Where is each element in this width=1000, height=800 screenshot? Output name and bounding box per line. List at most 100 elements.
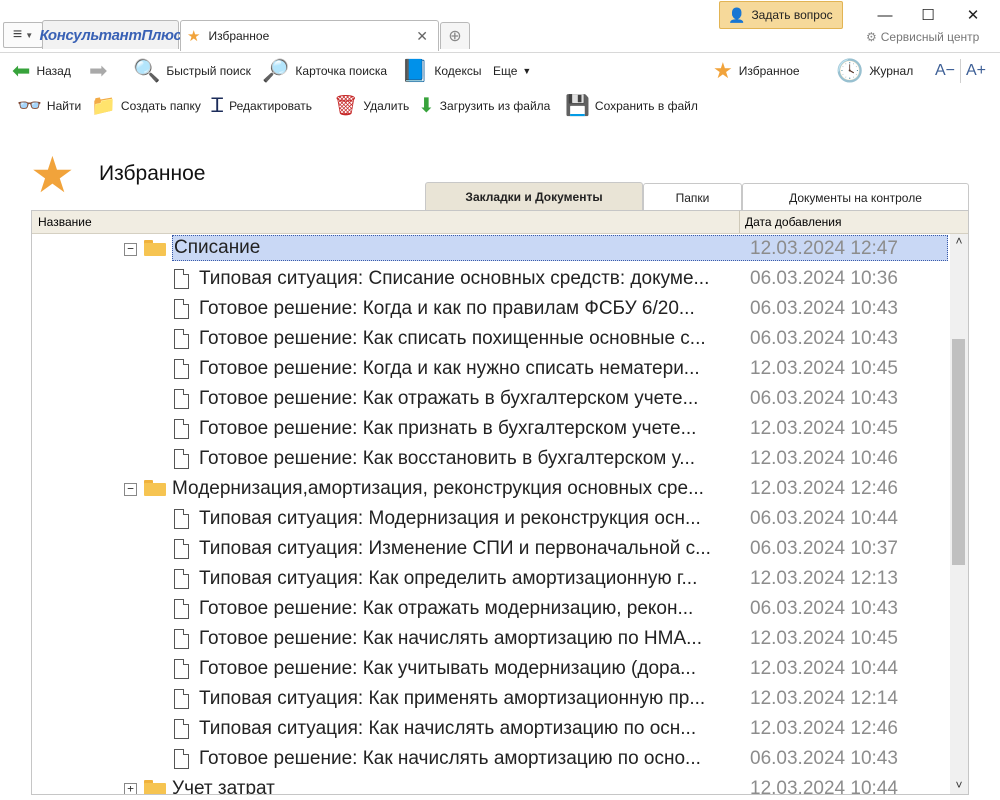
tab-label: Закладки и Документы <box>465 190 603 204</box>
new-tab-button[interactable]: ⊕ <box>440 22 470 49</box>
folder-row[interactable]: + Учет затрат 12.03.2024 10:44 <box>32 774 949 794</box>
document-icon <box>174 359 189 379</box>
document-title: Готовое решение: Как отражать в бухгалте… <box>199 388 699 409</box>
document-row[interactable]: Типовая ситуация: Как применять амортиза… <box>32 684 949 714</box>
tab-folders[interactable]: Папки <box>643 183 742 211</box>
create-folder-button[interactable]: 📁 Создать папку <box>91 90 201 122</box>
tab-favorites[interactable]: ★ Избранное ✕ <box>180 20 439 51</box>
document-title: Готовое решение: Как учитывать модерниза… <box>199 658 696 679</box>
edit-button[interactable]: Ꮖ Редактировать <box>211 90 312 122</box>
close-window-button[interactable]: ✕ <box>958 4 988 26</box>
tab-label: Избранное <box>208 29 270 43</box>
document-row[interactable]: Типовая ситуация: Списание основных сред… <box>32 264 949 294</box>
service-center-icon: ⚙ <box>866 30 877 44</box>
text-cursor-icon: Ꮖ <box>211 95 225 117</box>
date-added: 06.03.2024 10:43 <box>750 598 898 619</box>
arrow-right-icon: ➡ <box>89 58 108 83</box>
date-added: 06.03.2024 10:36 <box>750 268 898 289</box>
date-added: 06.03.2024 10:44 <box>750 508 898 529</box>
toolbar-divider <box>960 59 961 83</box>
expand-icon[interactable]: + <box>124 783 137 794</box>
column-header-date[interactable]: Дата добавления <box>745 215 841 229</box>
search-card-button[interactable]: 🔎 Карточка поиска <box>262 53 387 89</box>
more-menu-button[interactable]: Еще ▼ <box>493 53 531 89</box>
load-from-file-button[interactable]: ⬇ Загрузить из файла <box>418 90 550 122</box>
ask-question-button[interactable]: 👤 Задать вопрос <box>719 1 843 29</box>
date-added: 12.03.2024 12:13 <box>750 568 898 589</box>
document-row[interactable]: Типовая ситуация: Изменение СПИ и первон… <box>32 534 949 564</box>
document-icon <box>174 749 189 769</box>
find-button[interactable]: 👓 Найти <box>17 90 81 122</box>
document-row[interactable]: Готовое решение: Как отражать модернизац… <box>32 594 949 624</box>
vertical-scrollbar[interactable]: ˄ ˅ <box>950 234 968 794</box>
column-divider[interactable] <box>739 211 740 233</box>
document-row[interactable]: Готовое решение: Как списать похищенные … <box>32 324 949 354</box>
favorites-button[interactable]: ★ Избранное <box>713 53 800 89</box>
document-row[interactable]: Готовое решение: Когда и как по правилам… <box>32 294 949 324</box>
scrollbar-thumb[interactable] <box>952 339 965 565</box>
font-increase-button[interactable]: A+ <box>966 53 986 89</box>
binoculars-icon: 👓 <box>17 95 42 117</box>
document-icon <box>174 539 189 559</box>
scroll-down-icon[interactable]: ˅ <box>950 778 968 794</box>
document-row[interactable]: Типовая ситуация: Как начислять амортиза… <box>32 714 949 744</box>
document-row[interactable]: Типовая ситуация: Модернизация и реконст… <box>32 504 949 534</box>
document-row[interactable]: Типовая ситуация: Как определить амортиз… <box>32 564 949 594</box>
document-row[interactable]: Готовое решение: Как признать в бухгалте… <box>32 414 949 444</box>
tab-controlled-documents[interactable]: Документы на контроле <box>742 183 969 211</box>
trash-icon: 🗑 <box>333 95 359 117</box>
date-added: 12.03.2024 10:44 <box>750 778 898 794</box>
delete-button[interactable]: 🗑 Удалить <box>333 90 409 122</box>
chevron-down-icon: ▼ <box>522 66 532 76</box>
minimize-button[interactable]: — <box>870 4 900 26</box>
date-added: 12.03.2024 10:45 <box>750 358 898 379</box>
title-bar: ≡ ▼ КонсультантПлюс ★ Избранное ✕ ⊕ 👤 Зад… <box>0 0 1000 51</box>
folder-row[interactable]: − Списание 12.03.2024 12:47 <box>32 234 949 264</box>
collapse-icon[interactable]: − <box>124 483 137 496</box>
search-icon: 🔍 <box>133 58 161 83</box>
codex-book-icon: 📘 <box>401 58 429 83</box>
date-added: 06.03.2024 10:37 <box>750 538 898 559</box>
document-icon <box>174 659 189 679</box>
document-row[interactable]: Готовое решение: Как отражать в бухгалте… <box>32 384 949 414</box>
hamburger-icon: ≡ <box>12 26 23 43</box>
collapse-icon[interactable]: − <box>124 243 137 256</box>
scroll-up-icon[interactable]: ˄ <box>950 234 968 250</box>
document-title: Готовое решение: Как списать похищенные … <box>199 328 706 349</box>
document-row[interactable]: Готовое решение: Как начислять амортизац… <box>32 744 949 774</box>
favorites-label: Избранное <box>738 64 800 78</box>
document-title: Готовое решение: Как признать в бухгалте… <box>199 418 697 439</box>
tab-bookmarks-documents[interactable]: Закладки и Документы <box>425 182 643 211</box>
app-logo: КонсультантПлюс <box>39 26 182 44</box>
journal-button[interactable]: 🕓 Журнал <box>836 53 913 89</box>
column-header-name[interactable]: Название <box>38 215 92 229</box>
new-folder-icon: 📁 <box>91 95 116 117</box>
folder-title: Модернизация,амортизация, реконструкция … <box>172 478 704 499</box>
download-icon: ⬇ <box>418 95 435 117</box>
folder-row[interactable]: − Модернизация,амортизация, реконструкция… <box>32 474 949 504</box>
document-row[interactable]: Готовое решение: Как учитывать модерниза… <box>32 654 949 684</box>
service-center-link[interactable]: ⚙ Сервисный центр <box>866 30 979 44</box>
document-title: Типовая ситуация: Изменение СПИ и первон… <box>199 538 711 559</box>
date-added: 12.03.2024 12:47 <box>750 238 898 259</box>
document-row[interactable]: Готовое решение: Как восстановить в бухг… <box>32 444 949 474</box>
back-button[interactable]: ⬅ Назад <box>12 53 71 89</box>
main-menu-button[interactable]: ≡ ▼ <box>3 22 43 48</box>
font-decrease-button[interactable]: A− <box>935 53 955 89</box>
list-header: Название Дата добавления <box>32 211 968 234</box>
favorites-list-panel: Название Дата добавления − Списание 12.03.… <box>31 210 969 795</box>
document-row[interactable]: Готовое решение: Когда и как нужно списа… <box>32 354 949 384</box>
forward-button[interactable]: ➡ <box>89 53 113 89</box>
app-logo-tab[interactable]: КонсультантПлюс <box>39 20 182 49</box>
date-added: 06.03.2024 10:43 <box>750 328 898 349</box>
document-icon <box>174 719 189 739</box>
save-to-file-button[interactable]: 💾 Сохранить в файл <box>565 90 698 122</box>
folder-title: Учет затрат <box>172 778 275 794</box>
codes-button[interactable]: 📘 Кодексы <box>401 53 482 89</box>
document-row[interactable]: Готовое решение: Как начислять амортизац… <box>32 624 949 654</box>
main-toolbar: ⬅ Назад ➡ 🔍 Быстрый поиск 🔎 Карточка пои… <box>0 52 1000 89</box>
maximize-button[interactable]: ☐ <box>913 4 943 26</box>
find-label: Найти <box>46 99 82 113</box>
close-tab-icon[interactable]: ✕ <box>416 28 428 45</box>
quick-search-button[interactable]: 🔍 Быстрый поиск <box>133 53 251 89</box>
